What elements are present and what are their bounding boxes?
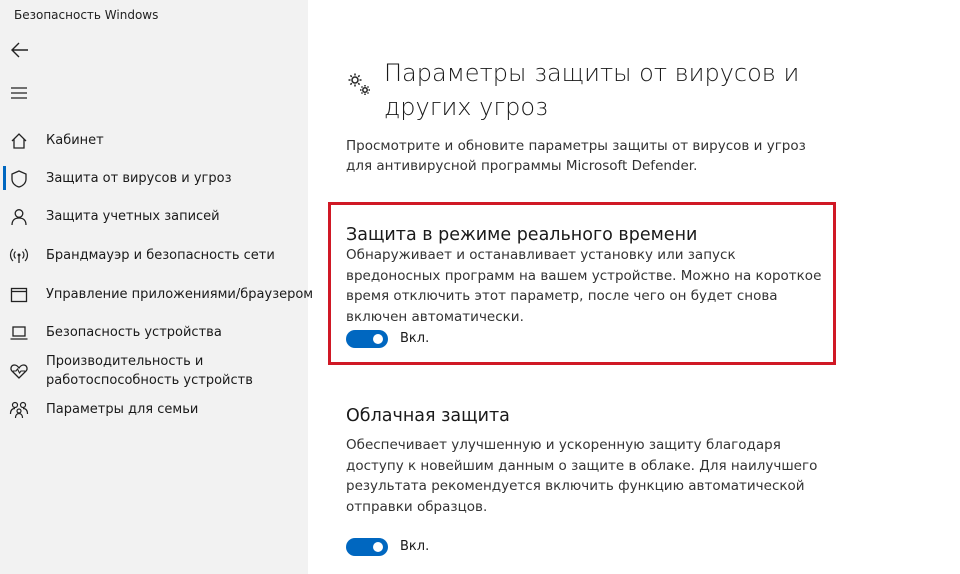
app-title: Безопасность Windows xyxy=(14,8,159,22)
realtime-protection-toggle[interactable] xyxy=(346,330,388,348)
back-arrow-icon xyxy=(11,42,28,58)
sidebar-item-label-line2: работоспособность устройств xyxy=(46,373,253,388)
page-title-line2: других угроз xyxy=(384,93,549,121)
sidebar-item-home[interactable]: Кабинет xyxy=(0,130,308,152)
sidebar-item-app-browser-control[interactable]: Управление приложениями/браузером xyxy=(0,284,313,306)
realtime-protection-toggle-label: Вкл. xyxy=(400,331,430,346)
sidebar-item-label: Безопасность устройства xyxy=(46,325,222,340)
sidebar-item-label: Защита учетных записей xyxy=(46,209,220,224)
page-description: Просмотрите и обновите параметры защиты … xyxy=(346,138,806,174)
sidebar-item-family-options[interactable]: Параметры для семьи xyxy=(0,399,308,421)
cloud-protection-toggle[interactable] xyxy=(346,538,388,556)
sidebar-item-device-security[interactable]: Безопасность устройства xyxy=(0,322,308,344)
cloud-protection-title: Облачная защита xyxy=(346,406,510,426)
network-icon xyxy=(9,248,29,263)
person-icon xyxy=(11,209,27,226)
sidebar-item-label-line1: Производительность и xyxy=(46,354,204,369)
sidebar-item-label: Кабинет xyxy=(46,133,104,148)
sidebar-item-firewall[interactable]: Брандмауэр и безопасность сети xyxy=(0,245,308,267)
sidebar-item-label: Параметры для семьи xyxy=(46,402,199,417)
sidebar: Безопасность Windows Кабинет Защита от в… xyxy=(0,0,313,574)
hamburger-icon xyxy=(11,87,27,99)
realtime-protection-description: Обнаруживает и останавливает установку и… xyxy=(346,247,822,325)
sidebar-item-device-performance[interactable]: Производительность и работоспособность у… xyxy=(0,351,308,393)
page-title: Параметры защиты от вирусов и других угр… xyxy=(384,56,824,124)
toggle-knob xyxy=(373,334,383,344)
sidebar-item-virus-protection[interactable]: Защита от вирусов и угроз xyxy=(0,168,308,190)
heart-icon xyxy=(10,364,28,379)
toggle-knob xyxy=(373,542,383,552)
family-icon xyxy=(9,401,29,419)
cloud-protection-toggle-label: Вкл. xyxy=(400,539,430,554)
cloud-protection-description: Обеспечивает улучшенную и ускоренную защ… xyxy=(346,437,818,515)
back-button[interactable] xyxy=(9,40,31,60)
sidebar-item-account-protection[interactable]: Защита учетных записей xyxy=(0,206,308,228)
home-icon xyxy=(11,133,27,149)
realtime-protection-title: Защита в режиме реального времени xyxy=(346,225,698,245)
menu-button[interactable] xyxy=(9,84,31,102)
gears-icon xyxy=(348,73,370,95)
sidebar-item-label: Защита от вирусов и угроз xyxy=(46,171,232,186)
app-browser-icon xyxy=(10,287,28,303)
laptop-icon xyxy=(10,326,28,340)
sidebar-item-label: Управление приложениями/браузером xyxy=(46,287,314,302)
page-title-line1: Параметры защиты от вирусов и xyxy=(384,59,800,87)
shield-icon xyxy=(11,170,27,188)
sidebar-item-label: Брандмауэр и безопасность сети xyxy=(46,248,275,263)
